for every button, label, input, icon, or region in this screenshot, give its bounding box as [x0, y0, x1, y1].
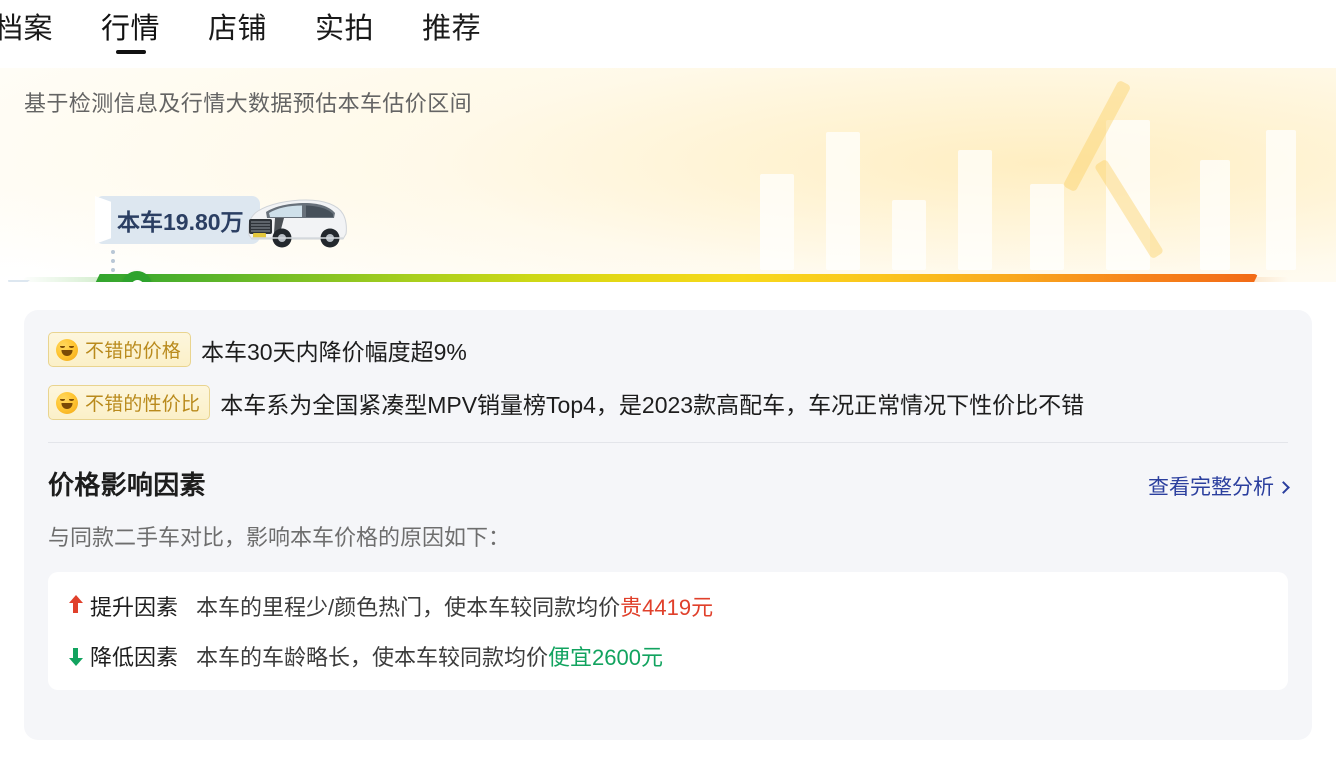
- tab-label: 推荐: [422, 12, 482, 45]
- tab-shipai[interactable]: 实拍: [315, 12, 375, 54]
- tab-tuijian[interactable]: 推荐: [422, 12, 482, 54]
- smiley-icon: [56, 391, 78, 414]
- factor-description: 本车的车龄略长，使本车较同款均价便宜2600元: [196, 640, 663, 672]
- tab-bar: 档案 行情 店铺 实拍 推荐: [0, 0, 1336, 68]
- view-full-analysis-link[interactable]: 查看完整分析: [1148, 471, 1290, 501]
- price-range-bar[interactable]: [24, 271, 1288, 282]
- factors-subtitle: 与同款二手车对比，影响本车价格的原因如下：: [48, 525, 511, 550]
- factor-amount: 贵4419元: [620, 595, 714, 620]
- tab-active-underline: [115, 49, 146, 54]
- current-price-bubble: 本车19.80万: [95, 196, 260, 244]
- range-marker-dot[interactable]: [122, 271, 152, 282]
- tab-label: 行情: [101, 12, 161, 45]
- link-label: 查看完整分析: [1148, 476, 1274, 499]
- tab-label: 店铺: [208, 12, 268, 45]
- smiley-icon: [56, 338, 78, 361]
- tab-dianpu[interactable]: 店铺: [208, 12, 268, 54]
- marker-connector-dots: [111, 250, 115, 277]
- highlight-row: 不错的性价比 本车系为全国紧凑型MPV销量榜Top4，是2023款高配车，车况正…: [48, 385, 1288, 420]
- tab-hangqing[interactable]: 行情: [101, 12, 161, 54]
- factor-desc-prefix: 本车的里程少/颜色热门，使本车较同款均价: [196, 595, 621, 620]
- factor-kind: 降低因素: [90, 645, 179, 670]
- highlights-list: 不错的价格 本车30天内降价幅度超9% 不错的性价比 本车系为全国紧凑型MPV销…: [24, 310, 1312, 420]
- badge-label: 不错的性价比: [85, 394, 201, 415]
- highlight-text: 本车30天内降价幅度超9%: [201, 338, 467, 365]
- bubble-notch: [95, 196, 111, 244]
- market-analysis-card: 不错的价格 本车30天内降价幅度超9% 不错的性价比 本车系为全国紧凑型MPV销…: [24, 310, 1312, 740]
- arrow-down-icon: [68, 645, 84, 667]
- factors-section-header: 价格影响因素 查看完整分析: [24, 443, 1312, 502]
- factor-desc-prefix: 本车的车龄略长，使本车较同款均价: [196, 645, 549, 670]
- highlight-text: 本车系为全国紧凑型MPV销量榜Top4，是2023款高配车，车况正常情况下性价比…: [220, 391, 1085, 418]
- page-title: 价格影响因素: [48, 470, 206, 500]
- range-gradient: [88, 274, 1258, 282]
- factor-row-decrease: 降低因素 本车的车龄略长，使本车较同款均价便宜2600元: [68, 640, 1268, 672]
- arrow-up-icon: [68, 595, 84, 617]
- price-estimate-hero: 基于检测信息及行情大数据预估本车估价区间 本车19.80万: [0, 66, 1336, 282]
- factor-description: 本车的里程少/颜色热门，使本车较同款均价贵4419元: [196, 590, 713, 622]
- badge-label: 不错的价格: [85, 341, 182, 362]
- current-price-text: 本车19.80万: [117, 209, 244, 235]
- page-root: 档案 行情 店铺 实拍 推荐 基于检测信息及行情大数据预估本车估价区间 本车19…: [0, 0, 1336, 766]
- highlight-badge-price: 不错的价格: [48, 332, 192, 367]
- hero-title: 基于检测信息及行情大数据预估本车估价区间: [24, 91, 473, 116]
- factors-box: 提升因素 本车的里程少/颜色热门，使本车较同款均价贵4419元 降低因素 本车的…: [48, 572, 1288, 690]
- mpv-car-icon: [247, 199, 347, 248]
- tab-label: 实拍: [315, 12, 375, 45]
- chevron-right-icon: [1277, 480, 1290, 494]
- factor-kind: 提升因素: [90, 595, 179, 620]
- bubble-tail: [8, 280, 30, 282]
- factor-row-increase: 提升因素 本车的里程少/颜色热门，使本车较同款均价贵4419元: [68, 590, 1268, 622]
- tab-dangan[interactable]: 档案: [0, 12, 54, 54]
- highlight-row: 不错的价格 本车30天内降价幅度超9%: [48, 332, 1288, 367]
- highlight-badge-value: 不错的性价比: [48, 385, 211, 420]
- tab-label: 档案: [0, 12, 54, 45]
- factor-amount: 便宜2600元: [548, 645, 663, 670]
